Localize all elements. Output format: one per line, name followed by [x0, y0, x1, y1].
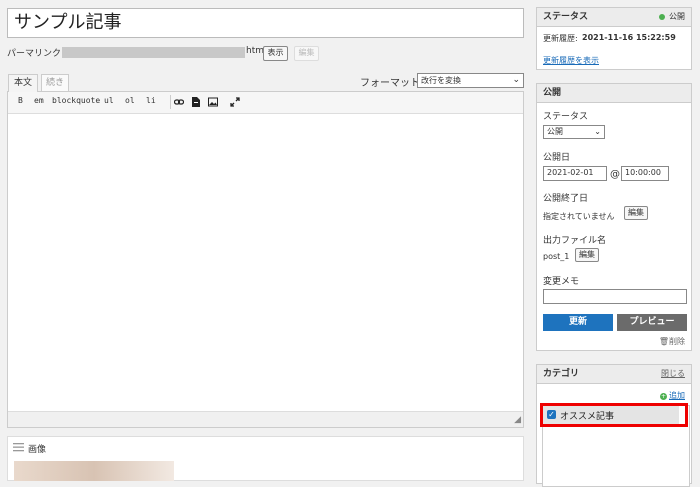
end-date-label: 公開終了日	[543, 194, 589, 204]
highlight-box	[540, 403, 688, 427]
trash-icon: 🗑	[658, 337, 669, 346]
image-box-title: 画像	[28, 445, 47, 455]
public-badge-label: 公開	[669, 12, 685, 21]
em-button[interactable]: em	[34, 96, 44, 105]
ol-button[interactable]: ol	[125, 96, 135, 105]
change-memo-label: 変更メモ	[543, 277, 580, 287]
permalink-edit-button[interactable]: 編集	[294, 46, 319, 61]
public-badge: 公開	[659, 8, 685, 26]
close-link[interactable]: 閉じる	[661, 365, 685, 383]
publish-time-input[interactable]: 10:00:00	[621, 166, 669, 181]
category-box-title: カテゴリ	[543, 369, 580, 379]
preview-button[interactable]: プレビュー	[617, 314, 687, 331]
status-box: ステータス 公開 更新履歴: 2021-11-16 15:22:59 更新履歴を…	[536, 7, 692, 70]
publish-date-input[interactable]: 2021-02-01	[543, 166, 607, 181]
add-category-link[interactable]: + 追加	[660, 390, 685, 401]
format-label: フォーマット:	[360, 78, 424, 89]
status-select-value: 公開	[547, 127, 563, 136]
status-select[interactable]: 公開 ⌄	[543, 125, 605, 139]
update-button[interactable]: 更新	[543, 314, 613, 331]
chevron-down-icon: ⌄	[594, 127, 601, 136]
image-thumbnail[interactable]	[14, 461, 174, 481]
tab-body[interactable]: 本文	[8, 74, 38, 92]
format-select[interactable]: 改行を変換 ⌄	[417, 73, 524, 88]
status-box-header: ステータス 公開	[537, 8, 691, 27]
image-box: 画像	[7, 436, 524, 481]
end-date-value: 指定されていません	[543, 212, 615, 221]
blockquote-button[interactable]: blockquote	[52, 96, 100, 105]
permalink-url	[62, 47, 245, 58]
category-box-header: カテゴリ 閉じる	[537, 365, 691, 384]
add-category-label: 追加	[669, 391, 685, 400]
bold-button[interactable]: B	[18, 96, 23, 105]
history-link[interactable]: 更新履歴を表示	[543, 55, 599, 66]
category-box: カテゴリ 閉じる + 追加 ✓ オススメ記事	[536, 364, 692, 487]
li-button[interactable]: li	[146, 96, 156, 105]
editor-textarea[interactable]	[8, 114, 523, 411]
file-icon[interactable]	[191, 97, 201, 107]
updated-value: 2021-11-16 15:22:59	[582, 33, 676, 42]
public-dot-icon	[659, 13, 665, 20]
output-filename-edit-button[interactable]: 編集	[575, 248, 599, 262]
publish-box: 公開 ステータス 公開 ⌄ 公開日 2021-02-01 @ 10:00:00 …	[536, 83, 692, 351]
end-date-edit-button[interactable]: 編集	[624, 206, 648, 220]
plus-icon: +	[660, 393, 667, 400]
delete-link-label: 削除	[669, 337, 685, 346]
resize-handle-icon[interactable]: ◢	[514, 415, 521, 425]
delete-link[interactable]: 🗑削除	[659, 336, 685, 347]
status-box-title: ステータス	[543, 12, 589, 22]
fullscreen-icon[interactable]	[230, 97, 240, 107]
format-value: 改行を変換	[421, 76, 461, 85]
image-icon[interactable]	[208, 97, 218, 107]
publish-box-title: 公開	[537, 84, 691, 103]
output-filename-value: post_1	[543, 252, 570, 261]
change-memo-input[interactable]	[543, 289, 687, 304]
chevron-down-icon: ⌄	[512, 75, 520, 85]
editor-statusbar: ◢	[8, 411, 523, 427]
date-at-symbol: @	[610, 169, 620, 180]
publish-date-label: 公開日	[543, 153, 571, 163]
editor: B em blockquote ul ol li ◢	[7, 91, 524, 428]
ul-button[interactable]: ul	[104, 96, 114, 105]
view-button[interactable]: 表示	[263, 46, 288, 61]
toolbar-divider	[170, 95, 171, 109]
permalink-label: パーマリンク:	[7, 49, 65, 59]
menu-icon[interactable]	[13, 442, 24, 452]
updated-label: 更新履歴:	[543, 34, 578, 43]
title-input[interactable]: サンプル記事	[7, 8, 524, 38]
tab-more[interactable]: 続き	[41, 74, 69, 91]
status-label: ステータス	[543, 112, 589, 122]
editor-toolbar: B em blockquote ul ol li	[8, 92, 523, 114]
output-filename-label: 出力ファイル名	[543, 236, 607, 246]
link-icon[interactable]	[174, 97, 184, 107]
